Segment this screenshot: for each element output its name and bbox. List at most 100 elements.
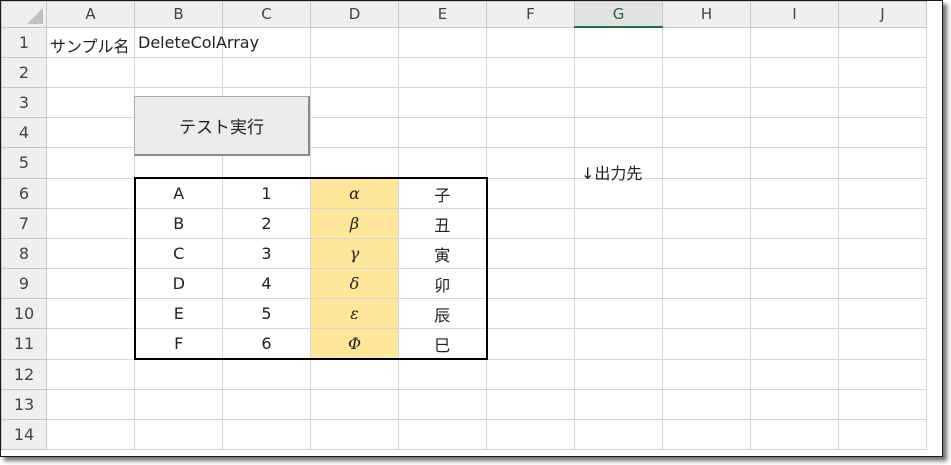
cell[interactable] <box>222 389 311 420</box>
cell[interactable] <box>662 177 751 209</box>
table-cell-b9[interactable]: D <box>133 268 223 299</box>
cell[interactable] <box>750 419 839 450</box>
cell[interactable] <box>574 117 663 148</box>
table-cell-c9[interactable]: 4 <box>222 268 311 299</box>
cell[interactable] <box>574 298 663 329</box>
cell[interactable] <box>134 389 223 420</box>
table-cell-d11[interactable]: Φ <box>310 328 399 360</box>
cell[interactable] <box>310 389 399 420</box>
cell[interactable] <box>486 26 575 58</box>
select-all-corner[interactable] <box>1 1 47 28</box>
row-header-10[interactable]: 10 <box>1 298 47 329</box>
cell[interactable] <box>486 87 575 118</box>
table-cell-e6[interactable]: 子 <box>398 177 488 209</box>
table-cell-c7[interactable]: 2 <box>222 208 311 239</box>
cell[interactable] <box>838 238 927 269</box>
table-cell-c6[interactable]: 1 <box>222 177 311 209</box>
table-cell-b11[interactable]: F <box>133 328 223 360</box>
cell[interactable] <box>574 57 663 88</box>
cell[interactable] <box>574 87 663 118</box>
cell[interactable] <box>46 147 135 179</box>
cell[interactable] <box>46 298 135 329</box>
cell[interactable] <box>574 328 663 360</box>
cell[interactable] <box>46 419 135 450</box>
cell[interactable] <box>750 177 839 209</box>
col-header-c[interactable]: C <box>222 1 311 28</box>
table-cell-d10[interactable]: ε <box>310 298 399 329</box>
cell[interactable] <box>662 117 751 148</box>
cell[interactable] <box>750 117 839 148</box>
cell[interactable] <box>662 268 751 299</box>
cell[interactable] <box>398 117 487 148</box>
table-cell-e10[interactable]: 辰 <box>398 298 488 329</box>
cell[interactable] <box>486 238 575 269</box>
row-header-9[interactable]: 9 <box>1 268 47 299</box>
cell[interactable] <box>662 358 751 390</box>
cell[interactable] <box>838 177 927 209</box>
cell[interactable] <box>398 147 487 179</box>
cell[interactable] <box>574 389 663 420</box>
cell[interactable] <box>750 268 839 299</box>
cell[interactable] <box>662 26 751 58</box>
row-header-3[interactable]: 3 <box>1 87 47 118</box>
cell[interactable] <box>750 328 839 360</box>
cell[interactable] <box>486 268 575 299</box>
cell[interactable] <box>750 87 839 118</box>
cell[interactable] <box>662 208 751 239</box>
cell[interactable] <box>46 208 135 239</box>
row-header-12[interactable]: 12 <box>1 358 47 390</box>
cell[interactable] <box>222 419 311 450</box>
table-cell-b8[interactable]: C <box>133 238 223 269</box>
cell[interactable] <box>574 358 663 390</box>
cell[interactable] <box>398 419 487 450</box>
cell[interactable] <box>486 419 575 450</box>
cell[interactable] <box>838 298 927 329</box>
cell[interactable] <box>486 177 575 209</box>
cell[interactable] <box>486 57 575 88</box>
cell[interactable] <box>838 328 927 360</box>
cell[interactable] <box>46 238 135 269</box>
cell[interactable] <box>750 208 839 239</box>
row-header-1[interactable]: 1 <box>1 26 47 58</box>
cell[interactable] <box>838 208 927 239</box>
cell[interactable] <box>486 147 575 179</box>
cell-a1[interactable]: サンプル名 <box>46 26 135 58</box>
run-test-button[interactable]: テスト実行 <box>134 96 310 156</box>
cell[interactable] <box>46 117 135 148</box>
cell[interactable] <box>134 358 223 390</box>
row-header-7[interactable]: 7 <box>1 208 47 239</box>
cell[interactable] <box>486 358 575 390</box>
cell[interactable] <box>486 208 575 239</box>
cell[interactable] <box>310 87 399 118</box>
cell[interactable] <box>662 298 751 329</box>
cell[interactable] <box>838 26 927 58</box>
row-header-2[interactable]: 2 <box>1 57 47 88</box>
cell[interactable] <box>838 358 927 390</box>
table-cell-d7[interactable]: β <box>310 208 399 239</box>
cell[interactable] <box>838 147 927 179</box>
table-cell-e9[interactable]: 卯 <box>398 268 488 299</box>
row-header-14[interactable]: 14 <box>1 419 47 450</box>
col-header-e[interactable]: E <box>398 1 487 28</box>
col-header-b[interactable]: B <box>134 1 223 28</box>
cell[interactable] <box>46 57 135 88</box>
cell[interactable] <box>398 87 487 118</box>
cell-b1[interactable]: DeleteColArray <box>134 26 259 58</box>
row-header-13[interactable]: 13 <box>1 389 47 420</box>
cell[interactable] <box>750 26 839 58</box>
cell[interactable] <box>134 419 223 450</box>
cell[interactable] <box>750 358 839 390</box>
row-header-8[interactable]: 8 <box>1 238 47 269</box>
col-header-a[interactable]: A <box>46 1 135 28</box>
cell[interactable] <box>310 117 399 148</box>
cell[interactable] <box>750 57 839 88</box>
cell[interactable] <box>574 238 663 269</box>
cell[interactable] <box>574 208 663 239</box>
cell[interactable] <box>486 298 575 329</box>
cell[interactable] <box>486 328 575 360</box>
cell[interactable] <box>222 358 311 390</box>
cell[interactable] <box>574 26 663 58</box>
cell[interactable] <box>838 87 927 118</box>
col-header-g[interactable]: G <box>574 1 663 28</box>
cell[interactable] <box>662 57 751 88</box>
